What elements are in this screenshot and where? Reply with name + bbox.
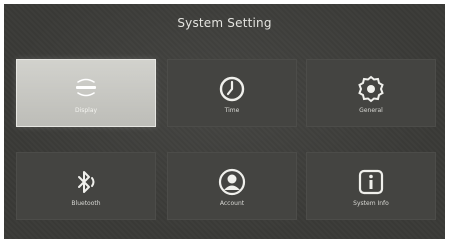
tile-general[interactable]: General	[306, 59, 436, 127]
tile-label: General	[359, 107, 383, 114]
tile-bluetooth[interactable]: Bluetooth	[16, 152, 156, 220]
tile-account[interactable]: Account	[167, 152, 297, 220]
page-title: System Setting	[177, 16, 272, 30]
tile-label: System Info	[353, 200, 389, 207]
clock-icon	[219, 76, 245, 102]
tile-label: Bluetooth	[71, 200, 101, 207]
tile-label: Display	[74, 107, 98, 114]
tile-time[interactable]: Time	[167, 59, 297, 127]
tile-system-info[interactable]: System Info	[306, 152, 436, 220]
account-icon	[218, 168, 246, 196]
bluetooth-icon	[78, 171, 95, 193]
tile-label: Account	[219, 200, 245, 207]
gear-icon	[358, 75, 384, 103]
settings-screen: System Setting Display Time General Blue…	[4, 4, 445, 239]
tile-display[interactable]: Display	[16, 59, 156, 127]
tile-label: Time	[224, 107, 240, 114]
display-icon	[76, 78, 96, 97]
info-icon	[358, 169, 384, 195]
